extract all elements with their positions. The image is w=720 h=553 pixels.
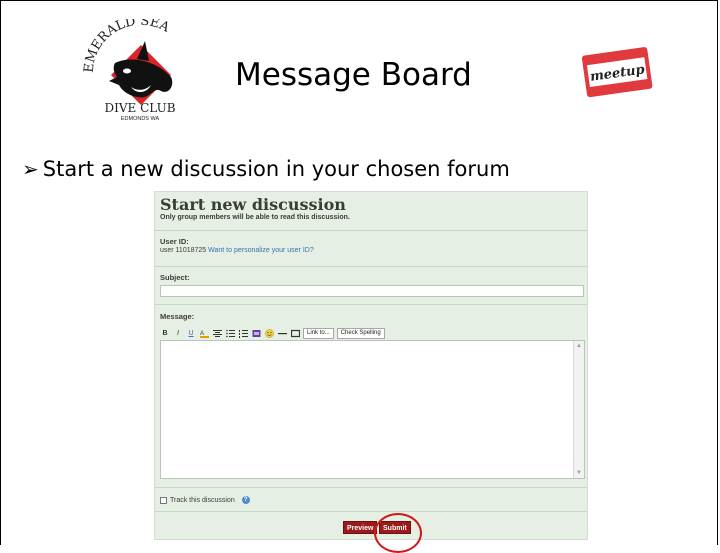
track-discussion-checkbox[interactable] [160,496,167,504]
scroll-down-icon[interactable]: ▼ [575,469,583,477]
horizontal-rule-icon[interactable] [277,328,287,338]
arrow-bullet-icon: ➢ [22,157,39,181]
divider [155,230,587,231]
preview-button[interactable]: Preview [343,521,378,534]
slide: EMERALD SEA DIVE CLUB EDMONDS WA Message… [0,0,718,553]
divider [155,487,587,488]
embed-icon[interactable] [290,328,301,338]
track-discussion-label: Track this discussion [170,496,235,504]
meetup-logo: meetup [581,47,653,98]
personalize-user-id-link[interactable]: Want to personalize your user ID? [208,247,314,254]
message-label: Message: [160,312,195,321]
smiley-icon[interactable] [264,328,274,338]
divider [155,304,587,305]
user-id-row: user 11018725 Want to personalize your u… [160,247,314,254]
logo-location-text: EDMONDS WA [121,116,160,122]
bold-button[interactable]: B [160,328,170,338]
bullet-text: Start a new discussion in your chosen fo… [42,157,510,181]
underline-button[interactable]: U [186,328,196,338]
editor-toolbar: B I U A Link to... Check Spelling [160,326,385,340]
bullet-item: ➢ Start a new discussion in your chosen f… [22,157,510,181]
slide-title: Message Board [235,57,472,93]
new-discussion-form: Start new discussion Only group members … [154,191,588,540]
link-to-button[interactable]: Link to... [303,327,334,339]
image-icon[interactable] [251,328,261,338]
numbered-list-icon[interactable] [238,328,248,338]
subject-input[interactable] [160,285,584,297]
form-subheading: Only group members will be able to read … [160,214,350,221]
message-textarea[interactable]: ▲ ▼ [160,340,585,479]
divider [155,266,587,267]
user-id-value: user 11018725 [160,247,207,254]
track-discussion-row: Track this discussion ? [160,496,250,504]
bullet-list-icon[interactable] [225,328,235,338]
check-spelling-button[interactable]: Check Spelling [336,327,385,339]
message-scrollbar[interactable]: ▲ ▼ [573,341,584,478]
user-id-label: User ID: [160,237,189,246]
submit-highlight-circle [374,513,422,553]
logo-club-text: DIVE CLUB [104,101,175,115]
text-color-icon[interactable]: A [199,328,209,338]
align-center-icon[interactable] [212,328,222,338]
dive-club-logo: EMERALD SEA DIVE CLUB EDMONDS WA [82,19,176,122]
help-icon[interactable]: ? [241,496,250,504]
subject-label: Subject: [160,273,190,282]
form-heading: Start new discussion [160,195,346,214]
scroll-up-icon[interactable]: ▲ [575,342,583,350]
italic-button[interactable]: I [173,328,183,338]
divider [155,511,587,512]
